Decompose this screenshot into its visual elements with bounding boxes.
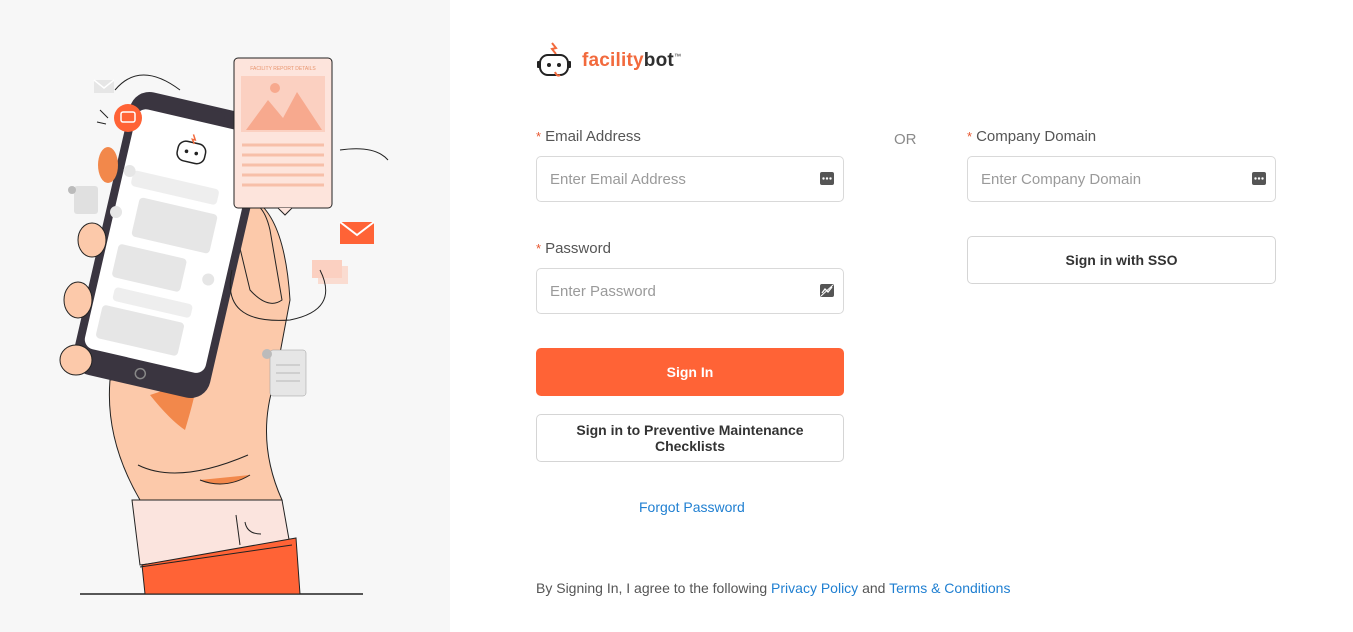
- brand-name-part1: facility: [582, 50, 644, 71]
- password-field[interactable]: [536, 268, 844, 314]
- terms-and: and: [862, 580, 886, 596]
- brand-name: facilitybot™: [582, 50, 681, 72]
- or-divider: OR: [894, 131, 917, 148]
- terms-notice: By Signing In, I agree to the following …: [536, 580, 1010, 596]
- autofill-key-icon[interactable]: [820, 172, 834, 185]
- sso-sign-in-button[interactable]: Sign in with SSO: [967, 236, 1276, 284]
- email-label-text: Email Address: [545, 128, 641, 145]
- terms-prefix: By Signing In, I agree to the following: [536, 580, 768, 596]
- autofill-key-icon[interactable]: [1252, 172, 1266, 185]
- password-visibility-icon[interactable]: [820, 284, 834, 297]
- illustration-panel: FACILITY REPORT DETAILS: [0, 0, 450, 632]
- required-marker: *: [536, 241, 542, 256]
- brand-logo: facilitybot™: [536, 42, 681, 80]
- email-input[interactable]: [548, 169, 843, 189]
- company-domain-input[interactable]: [979, 169, 1275, 189]
- report-title: FACILITY REPORT DETAILS: [250, 66, 316, 72]
- company-domain-field[interactable]: [967, 156, 1276, 202]
- email-label: * Email Address: [536, 128, 641, 145]
- brand-name-part2: bot: [643, 50, 674, 71]
- required-marker: *: [536, 129, 542, 144]
- trademark: ™: [673, 53, 682, 61]
- password-input[interactable]: [548, 281, 843, 301]
- required-marker: *: [967, 129, 973, 144]
- privacy-policy-link[interactable]: Privacy Policy: [771, 580, 858, 596]
- checklists-sign-in-button[interactable]: Sign in to Preventive Maintenance Checkl…: [536, 414, 844, 462]
- company-domain-label: * Company Domain: [967, 128, 1096, 145]
- forgot-password-link[interactable]: Forgot Password: [639, 499, 745, 515]
- password-label: * Password: [536, 240, 611, 257]
- phone-hand-illustration: FACILITY REPORT DETAILS: [59, 57, 389, 595]
- company-domain-label-text: Company Domain: [976, 128, 1097, 145]
- email-field[interactable]: [536, 156, 844, 202]
- robot-logo-icon: [537, 42, 571, 77]
- sign-in-button[interactable]: Sign In: [536, 348, 844, 396]
- password-label-text: Password: [545, 240, 611, 257]
- terms-conditions-link[interactable]: Terms & Conditions: [889, 580, 1010, 596]
